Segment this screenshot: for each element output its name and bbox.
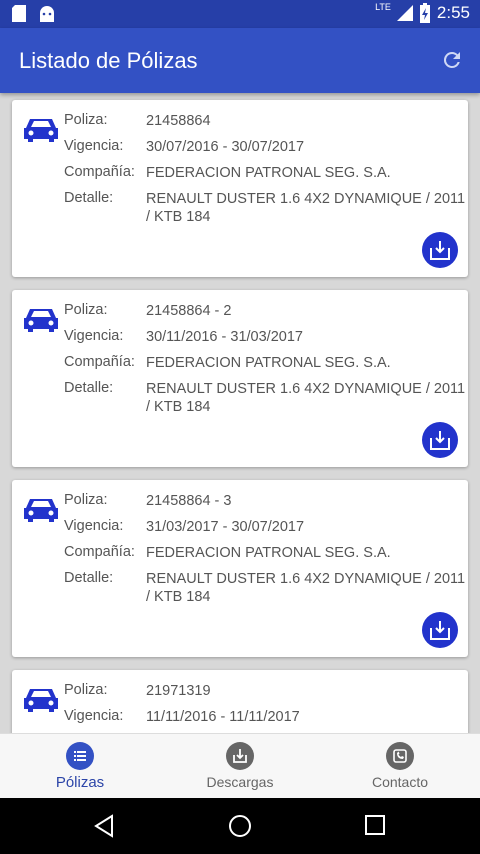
policy-card[interactable]: Poliza: 21971319 Vigencia: 11/11/2016 - … — [12, 670, 468, 733]
home-icon[interactable] — [228, 814, 252, 838]
recents-icon[interactable] — [365, 815, 385, 835]
policy-list[interactable]: Poliza: 21458864 Vigencia: 30/07/2016 - … — [0, 93, 480, 733]
nav-descargas-label: Descargas — [206, 774, 274, 790]
detalle-label: Detalle: — [64, 380, 114, 396]
nav-contacto[interactable]: Contacto — [320, 734, 480, 799]
vigencia-label: Vigencia: — [64, 708, 124, 724]
policy-card[interactable]: Poliza: 21458864 - 3 Vigencia: 31/03/201… — [12, 480, 468, 657]
car-icon — [24, 309, 58, 332]
android-icon — [40, 6, 54, 22]
nav-polizas-label: Pólizas — [55, 774, 105, 791]
detalle-label: Detalle: — [64, 190, 114, 206]
detalle-label: Detalle: — [64, 570, 114, 586]
vigencia-label: Vigencia: — [64, 138, 124, 154]
poliza-label: Poliza: — [64, 682, 108, 698]
download-icon — [430, 621, 450, 640]
policy-card[interactable]: Poliza: 21458864 Vigencia: 30/07/2016 - … — [12, 100, 468, 277]
policy-card[interactable]: Poliza: 21458864 - 2 Vigencia: 30/11/201… — [12, 290, 468, 467]
poliza-value: 21458864 - 2 — [146, 303, 232, 319]
compania-label: Compañía: — [64, 164, 135, 180]
clock: 2:55 — [436, 3, 470, 22]
compania-value: FEDERACION PATRONAL SEG. S.A. — [146, 165, 391, 181]
detalle-value: RENAULT DUSTER 1.6 4X2 DYNAMIQUE / 2011 … — [146, 381, 466, 415]
download-icon — [226, 742, 254, 770]
car-icon — [24, 119, 58, 142]
battery-icon — [419, 3, 430, 23]
sd-card-icon — [12, 5, 26, 22]
compania-label: Compañía: — [64, 354, 135, 370]
vigencia-label: Vigencia: — [64, 328, 124, 344]
download-icon — [430, 241, 450, 260]
signal-icon — [396, 5, 413, 21]
poliza-value: 21458864 - 3 — [146, 493, 232, 509]
vigencia-value: 30/07/2016 - 30/07/2017 — [146, 139, 305, 155]
app-bar: Listado de Pólizas — [0, 28, 480, 93]
download-button[interactable] — [422, 422, 458, 458]
status-bar: LTE 2:55 — [0, 0, 480, 28]
detalle-value: RENAULT DUSTER 1.6 4X2 DYNAMIQUE / 2011 … — [146, 571, 466, 605]
bottom-navigation: Pólizas Descargas Contacto — [0, 733, 480, 799]
download-button[interactable] — [422, 612, 458, 648]
poliza-value: 21458864 — [146, 113, 211, 129]
compania-value: FEDERACION PATRONAL SEG. S.A. — [146, 355, 391, 371]
network-type: LTE — [375, 2, 391, 12]
vigencia-value: 30/11/2016 - 31/03/2017 — [146, 329, 303, 345]
nav-descargas[interactable]: Descargas — [160, 734, 320, 799]
compania-value: FEDERACION PATRONAL SEG. S.A. — [146, 545, 391, 561]
back-icon[interactable] — [93, 814, 115, 838]
vigencia-value: 11/11/2016 - 11/11/2017 — [146, 709, 300, 725]
download-button[interactable] — [422, 232, 458, 268]
list-icon — [66, 742, 94, 770]
poliza-label: Poliza: — [64, 302, 108, 318]
page-title: Listado de Pólizas — [19, 48, 198, 73]
poliza-label: Poliza: — [64, 112, 108, 128]
detalle-value: RENAULT DUSTER 1.6 4X2 DYNAMIQUE / 2011 … — [146, 191, 466, 225]
vigencia-label: Vigencia: — [64, 518, 124, 534]
car-icon — [24, 689, 58, 712]
vigencia-value: 31/03/2017 - 30/07/2017 — [146, 519, 305, 535]
compania-label: Compañía: — [64, 544, 135, 560]
nav-contacto-label: Contacto — [371, 774, 429, 790]
poliza-value: 21971319 — [146, 683, 211, 699]
nav-polizas[interactable]: Pólizas — [0, 734, 160, 799]
refresh-icon[interactable] — [440, 48, 464, 72]
car-icon — [24, 499, 58, 522]
phone-icon — [386, 742, 414, 770]
poliza-label: Poliza: — [64, 492, 108, 508]
download-icon — [430, 431, 450, 450]
system-navigation-bar — [0, 798, 480, 854]
